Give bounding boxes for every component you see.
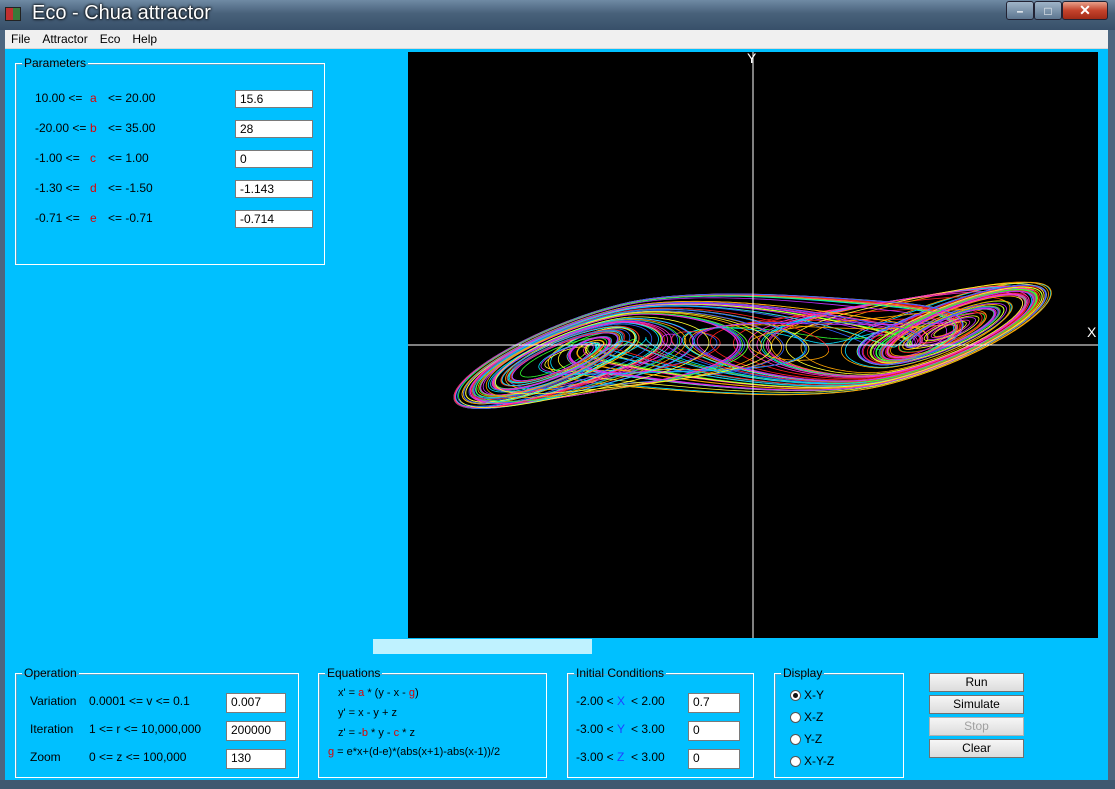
param-max-label: <= 1.00: [108, 151, 149, 165]
attractor-plot[interactable]: Y X: [408, 52, 1098, 638]
param-max-label: <= -0.71: [108, 211, 153, 225]
radio-icon[interactable]: [790, 755, 801, 767]
menu-eco[interactable]: Eco: [94, 32, 127, 46]
param-name-label: c: [90, 151, 96, 165]
equation-x: x' = a * (y - x - g): [338, 687, 419, 699]
initial-conditions-legend: Initial Conditions: [576, 666, 665, 680]
operation-label: Iteration: [30, 722, 74, 736]
app-icon[interactable]: [5, 7, 21, 21]
radio-icon[interactable]: [790, 733, 801, 745]
menu-help[interactable]: Help: [126, 32, 163, 46]
operation-legend: Operation: [24, 666, 77, 680]
ic-var-label: Y: [617, 722, 626, 736]
ic-var-label: X: [617, 694, 626, 708]
window-title: Eco - Chua attractor: [32, 2, 211, 24]
menu-bar: File Attractor Eco Help: [5, 30, 1108, 49]
run-button[interactable]: Run: [929, 673, 1024, 692]
x-axis-label: X: [1087, 324, 1097, 340]
param-min-label: -20.00 <=: [35, 121, 87, 135]
operation-range-label: 0.0001 <= v <= 0.1: [89, 694, 190, 708]
display-option-x-y-z[interactable]: X-Y-Z: [790, 754, 834, 768]
equations-legend: Equations: [327, 666, 381, 680]
radio-icon[interactable]: [790, 711, 801, 723]
display-option-x-y[interactable]: X-Y: [790, 688, 824, 702]
display-option-label: X-Y: [804, 688, 825, 702]
param-value-input[interactable]: -0.714: [235, 210, 313, 228]
param-name-label: e: [90, 211, 97, 225]
ic-min-label: -3.00 <: [576, 722, 614, 736]
y-axis-label: Y: [747, 52, 757, 66]
menu-file[interactable]: File: [5, 32, 36, 46]
window-frame-bottom: [0, 780, 1115, 789]
param-min-label: -1.00 <=: [35, 151, 80, 165]
ic-max-label: < 2.00: [631, 694, 665, 708]
param-max-label: <= 35.00: [108, 121, 156, 135]
param-value-input[interactable]: 0: [235, 150, 313, 168]
operation-value-input[interactable]: 0.007: [226, 693, 286, 713]
maximize-button[interactable]: □: [1034, 1, 1062, 20]
param-max-label: <= -1.50: [108, 181, 153, 195]
param-name-label: b: [90, 121, 97, 135]
ic-max-label: < 3.00: [631, 722, 665, 736]
param-name-label: a: [90, 91, 97, 105]
param-value-input[interactable]: -1.143: [235, 180, 313, 198]
ic-max-label: < 3.00: [631, 750, 665, 764]
param-min-label: -0.71 <=: [35, 211, 80, 225]
param-name-label: d: [90, 181, 97, 195]
ic-value-input[interactable]: 0: [688, 749, 740, 769]
display-option-y-z[interactable]: Y-Z: [790, 732, 822, 746]
operation-label: Variation: [30, 694, 77, 708]
display-legend: Display: [783, 666, 823, 680]
ic-min-label: -3.00 <: [576, 750, 614, 764]
parameters-legend: Parameters: [24, 56, 87, 70]
operation-label: Zoom: [30, 750, 61, 764]
operation-value-input[interactable]: 130: [226, 749, 286, 769]
display-option-label: Y-Z: [804, 732, 823, 746]
display-option-label: X-Z: [804, 710, 824, 724]
ic-value-input[interactable]: 0: [688, 721, 740, 741]
operation-range-label: 1 <= r <= 10,000,000: [89, 722, 202, 736]
stop-button[interactable]: Stop: [929, 717, 1024, 736]
title-bar: Eco - Chua attractor – □ ✕: [0, 0, 1115, 30]
param-value-input[interactable]: 15.6: [235, 90, 313, 108]
param-min-label: 10.00 <=: [35, 91, 83, 105]
display-option-x-z[interactable]: X-Z: [790, 710, 823, 724]
equation-z: z' = -b * y - c * z: [338, 727, 416, 739]
equations-group: Equations: [318, 666, 547, 778]
menu-attractor[interactable]: Attractor: [36, 32, 93, 46]
equation-g: g = e*x+(d-e)*(abs(x+1)-abs(x-1))/2: [328, 746, 501, 758]
ic-var-label: Z: [617, 750, 625, 764]
radio-icon[interactable]: [790, 689, 801, 701]
minimize-button[interactable]: –: [1006, 1, 1034, 20]
clear-button[interactable]: Clear: [929, 739, 1024, 758]
progress-bar: [373, 639, 592, 654]
close-button[interactable]: ✕: [1062, 1, 1108, 20]
operation-range-label: 0 <= z <= 100,000: [89, 750, 187, 764]
display-option-label: X-Y-Z: [804, 754, 835, 768]
param-max-label: <= 20.00: [108, 91, 156, 105]
param-min-label: -1.30 <=: [35, 181, 80, 195]
window-frame-right: [1108, 30, 1115, 780]
attractor-canvas: [408, 52, 1098, 638]
ic-min-label: -2.00 <: [576, 694, 614, 708]
operation-value-input[interactable]: 200000: [226, 721, 286, 741]
simulate-button[interactable]: Simulate: [929, 695, 1024, 714]
param-value-input[interactable]: 28: [235, 120, 313, 138]
ic-value-input[interactable]: 0.7: [688, 693, 740, 713]
equation-y: y' = x - y + z: [338, 707, 397, 719]
